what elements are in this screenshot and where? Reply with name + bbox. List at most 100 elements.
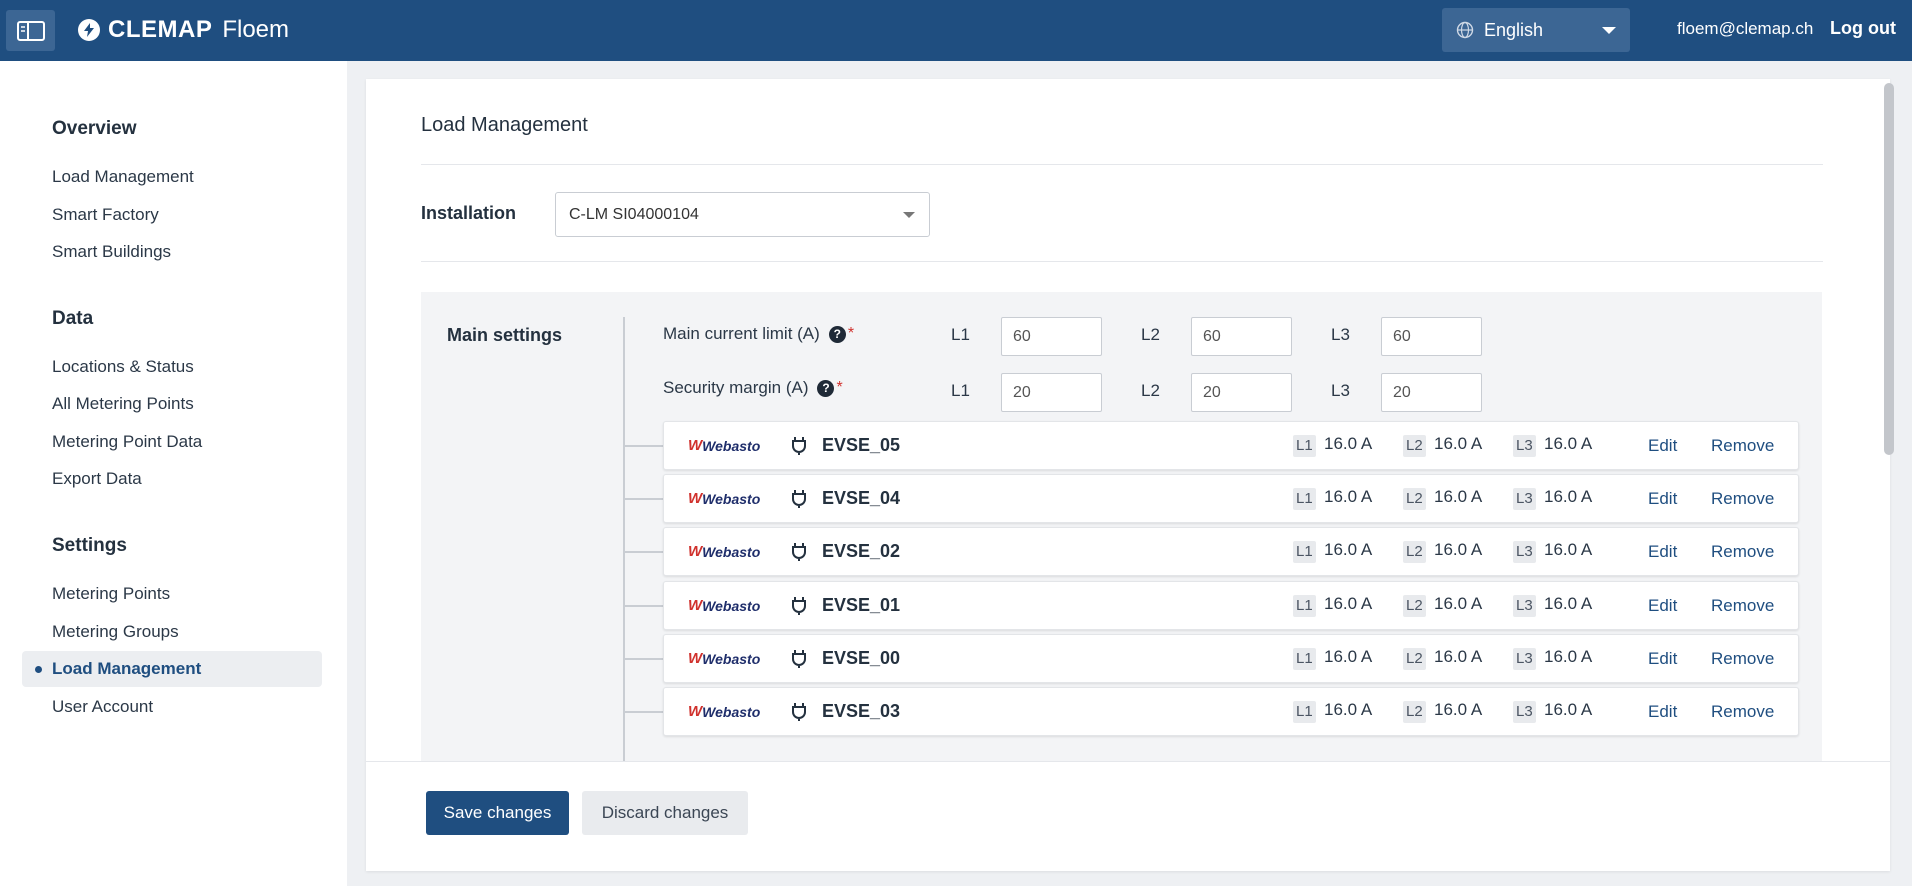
tree-branch (623, 498, 665, 500)
sidebar-item-all-metering-points[interactable]: All Metering Points (52, 394, 194, 414)
sidebar-item-metering-points[interactable]: Metering Points (52, 584, 170, 604)
sidebar-item-settings-load-management[interactable]: Load Management (22, 651, 322, 687)
sidebar: Overview Load Management Smart Factory S… (0, 61, 347, 886)
sidebar-item-overview-load-management[interactable]: Load Management (52, 167, 194, 187)
globe-icon (1456, 21, 1474, 39)
evse-l2-value: 16.0 A (1434, 487, 1483, 506)
evse-l3-value: 16.0 A (1544, 487, 1593, 506)
bolt-icon (78, 19, 100, 41)
sidebar-item-export-data[interactable]: Export Data (52, 469, 142, 489)
top-bar: CLEMAP Floem English floem@clemap.ch Log… (0, 0, 1912, 61)
edit-link[interactable]: Edit (1648, 542, 1677, 562)
evse-name: EVSE_02 (822, 541, 901, 561)
required-marker: * (847, 325, 855, 342)
phase-badge-l2: L2 (1403, 701, 1426, 723)
tree-branch (623, 445, 665, 447)
phase-badge-l2: L2 (1403, 648, 1426, 670)
question-circle-icon[interactable]: ? (817, 379, 835, 397)
active-indicator (35, 666, 42, 673)
evse-l3-value: 16.0 A (1544, 594, 1593, 613)
sidebar-item-metering-groups[interactable]: Metering Groups (52, 622, 179, 642)
main-current-limit-l1-input[interactable]: 60 (1001, 317, 1102, 356)
edit-link[interactable]: Edit (1648, 649, 1677, 669)
edit-link[interactable]: Edit (1648, 489, 1677, 509)
evse-name: EVSE_01 (822, 595, 901, 615)
remove-link[interactable]: Remove (1711, 489, 1774, 509)
sidebar-item-label: Load Management (52, 659, 202, 678)
plug-icon (792, 543, 806, 561)
webasto-logo: W Webasto (688, 437, 761, 454)
remove-link[interactable]: Remove (1711, 596, 1774, 616)
evse-l1-value: 16.0 A (1324, 487, 1373, 506)
phase-badge-l1: L1 (1293, 701, 1316, 723)
logout-link[interactable]: Log out (1830, 18, 1896, 39)
plug-icon (792, 703, 806, 721)
sidebar-item-user-account[interactable]: User Account (52, 697, 153, 717)
main-current-limit-l2-input[interactable]: 60 (1191, 317, 1292, 356)
phase-badge-l3: L3 (1513, 595, 1536, 617)
evse-l3-value: 16.0 A (1544, 647, 1593, 666)
brand-text: Webasto (702, 650, 761, 667)
evse-row: W Webasto EVSE_01 L1 16.0 A L2 16.0 A L3 … (663, 581, 1799, 630)
main-settings-label: Main settings (447, 325, 563, 345)
webasto-logo: W Webasto (688, 543, 761, 560)
tree-branch (623, 711, 665, 713)
discard-button[interactable]: Discard changes (582, 791, 748, 835)
sidebar-toggle-button[interactable] (6, 10, 55, 51)
content-card: Load Management Installation C-LM SI0400… (366, 79, 1890, 871)
scrollbar-thumb[interactable] (1884, 83, 1894, 455)
edit-link[interactable]: Edit (1648, 436, 1677, 456)
evse-l1-value: 16.0 A (1324, 700, 1373, 719)
remove-link[interactable]: Remove (1711, 542, 1774, 562)
evse-name: EVSE_04 (822, 488, 901, 508)
tree-line (623, 317, 625, 762)
tree-branch (623, 551, 665, 553)
brand-text: Webasto (702, 597, 761, 614)
required-marker: * (836, 379, 843, 396)
security-margin-l1-input[interactable]: 20 (1001, 373, 1102, 412)
security-margin-l2-input[interactable]: 20 (1191, 373, 1292, 412)
language-value: English (1484, 19, 1544, 40)
remove-link[interactable]: Remove (1711, 702, 1774, 722)
security-margin-l3-input[interactable]: 20 (1381, 373, 1482, 412)
phase-badge-l3: L3 (1513, 648, 1536, 670)
brand-text: Webasto (702, 703, 761, 720)
sidebar-heading-settings: Settings (52, 535, 127, 556)
edit-link[interactable]: Edit (1648, 596, 1677, 616)
webasto-logo: W Webasto (688, 597, 761, 614)
phase-label-l3: L3 (1331, 381, 1350, 400)
evse-l3-value: 16.0 A (1544, 700, 1593, 719)
plug-icon (792, 650, 806, 668)
installation-select[interactable]: C-LM SI04000104 (555, 192, 930, 237)
phase-badge-l2: L2 (1403, 595, 1426, 617)
remove-link[interactable]: Remove (1711, 649, 1774, 669)
action-bar: Save changes Discard changes (366, 761, 1890, 871)
edit-link[interactable]: Edit (1648, 702, 1677, 722)
tree-branch (623, 605, 665, 607)
main-settings-panel: Main settings Main current limit (A) ? *… (421, 292, 1822, 762)
brand-text: Webasto (702, 543, 761, 560)
sidebar-item-smart-factory[interactable]: Smart Factory (52, 205, 159, 225)
evse-name: EVSE_03 (822, 701, 901, 721)
language-select[interactable]: English (1442, 8, 1630, 52)
sidebar-item-locations-status[interactable]: Locations & Status (52, 357, 194, 377)
chevron-down-icon (903, 212, 915, 218)
security-margin-text: Security margin (A) (663, 378, 809, 397)
remove-link[interactable]: Remove (1711, 436, 1774, 456)
evse-name: EVSE_05 (822, 435, 901, 455)
save-button[interactable]: Save changes (426, 791, 569, 835)
evse-row: W Webasto EVSE_05 L1 16.0 A L2 16.0 A L3 … (663, 421, 1799, 470)
question-circle-icon[interactable]: ? (828, 325, 846, 343)
phase-badge-l1: L1 (1293, 595, 1316, 617)
installation-label: Installation (421, 203, 517, 223)
evse-l1-value: 16.0 A (1324, 540, 1373, 559)
main-current-limit-l3-input[interactable]: 60 (1381, 317, 1482, 356)
sidebar-item-smart-buildings[interactable]: Smart Buildings (52, 242, 171, 262)
evse-l2-value: 16.0 A (1434, 594, 1483, 613)
sidebar-heading-data: Data (52, 308, 94, 329)
brand[interactable]: CLEMAP Floem (78, 16, 289, 44)
sidebar-item-metering-point-data[interactable]: Metering Point Data (52, 432, 202, 452)
phase-badge-l2: L2 (1403, 435, 1426, 457)
phase-badge-l3: L3 (1513, 435, 1536, 457)
evse-l1-value: 16.0 A (1324, 647, 1373, 666)
